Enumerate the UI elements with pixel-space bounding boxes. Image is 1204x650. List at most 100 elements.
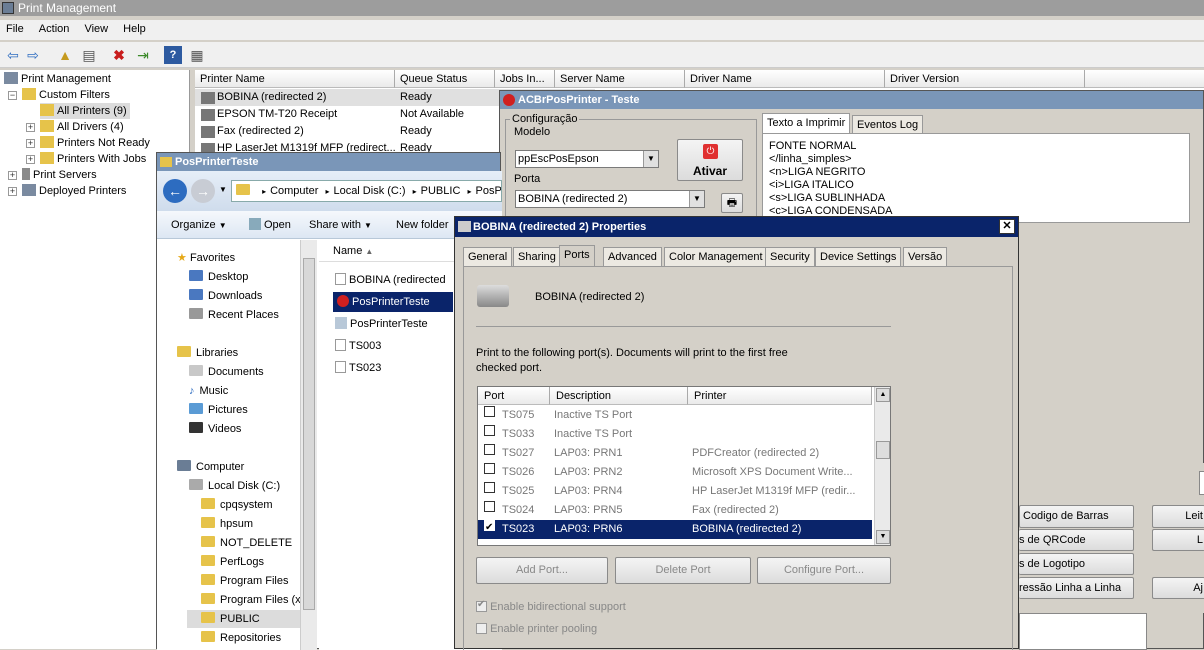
back-arrow-icon[interactable]: ⇦ (4, 46, 22, 64)
tab-texto-imprimir[interactable]: Texto a Imprimir (762, 113, 851, 134)
col-port[interactable]: Port (478, 387, 550, 405)
expand-toggle[interactable]: + (8, 171, 17, 180)
l-button[interactable]: L (1152, 529, 1204, 551)
scroll-up-icon[interactable]: ▲ (876, 388, 890, 402)
edge-button[interactable] (1199, 471, 1204, 495)
port-search-button[interactable]: 🖶 (721, 193, 743, 213)
show-hide-tree-icon[interactable]: ▤ (80, 46, 98, 64)
nav-libraries[interactable]: Libraries (177, 344, 238, 362)
col-server-name[interactable]: Server Name (555, 70, 685, 88)
nav-folder[interactable]: Program Files (201, 572, 288, 590)
nav-desktop[interactable]: Desktop (189, 268, 248, 286)
scroll-down-icon[interactable]: ▼ (876, 530, 890, 544)
tree-print-servers[interactable]: Print Servers (22, 167, 97, 183)
tree-deployed-printers[interactable]: Deployed Printers (22, 183, 126, 199)
col-printer[interactable]: Printer (688, 387, 872, 405)
menu-file[interactable]: File (0, 20, 30, 38)
tree-print-management[interactable]: Print Management (4, 71, 111, 87)
tree-printers-not-ready[interactable]: Printers Not Ready (40, 135, 150, 151)
nav-folder[interactable]: hpsum (201, 515, 253, 533)
tab-color-management[interactable]: Color Management (664, 247, 768, 266)
add-port-button[interactable]: Add Port... (476, 557, 608, 584)
nav-folder[interactable]: Program Files (x8 (201, 591, 307, 609)
col-printer-name[interactable]: Printer Name (195, 70, 395, 88)
nav-documents[interactable]: Documents (189, 363, 264, 381)
nav-music[interactable]: ♪ Music (189, 382, 228, 400)
menu-view[interactable]: View (78, 20, 114, 38)
back-arrow-icon[interactable]: ← (163, 179, 187, 203)
col-queue-status[interactable]: Queue Status (395, 70, 495, 88)
port-row[interactable]: TS075 Inactive TS Port (478, 406, 872, 425)
configure-port-button[interactable]: Configure Port... (757, 557, 891, 584)
tab-eventos-log[interactable]: Eventos Log (852, 115, 924, 134)
list-item[interactable]: TS023 (335, 358, 381, 378)
expand-toggle[interactable]: + (26, 155, 35, 164)
nav-downloads[interactable]: Downloads (189, 287, 262, 305)
new-folder-button[interactable]: New folder (396, 211, 449, 239)
nav-scrollbar-thumb[interactable] (303, 258, 315, 610)
linha-a-linha-button[interactable]: ressão Linha a Linha (1019, 577, 1134, 599)
modelo-select[interactable]: ppEscPosEpson ▼ (515, 150, 659, 168)
tab-security[interactable]: Security (765, 247, 815, 266)
nav-pictures[interactable]: Pictures (189, 401, 248, 419)
menu-help[interactable]: Help (117, 20, 152, 38)
nav-folder[interactable]: cpqsystem (201, 496, 273, 514)
forward-arrow-icon[interactable]: → (191, 179, 215, 203)
up-folder-icon[interactable]: ▲ (56, 46, 74, 64)
help-icon[interactable]: ? (164, 46, 182, 64)
nav-scrollbar[interactable] (300, 240, 317, 650)
tab-advanced[interactable]: Advanced (603, 247, 662, 266)
forward-arrow-icon[interactable]: ⇨ (24, 46, 42, 64)
col-driver-name[interactable]: Driver Name (685, 70, 885, 88)
pooling-checkbox[interactable]: Enable printer pooling (476, 623, 597, 635)
expand-toggle[interactable]: + (8, 187, 17, 196)
tab-sharing[interactable]: Sharing (513, 247, 561, 266)
properties-icon[interactable]: ▦ (188, 46, 206, 64)
porta-select[interactable]: BOBINA (redirected 2) ▼ (515, 190, 705, 208)
expand-toggle[interactable]: + (26, 123, 35, 132)
organize-button[interactable]: Organize ▼ (171, 211, 227, 240)
port-row[interactable]: TS027 LAP03: PRN1 PDFCreator (redirected 2… (478, 444, 872, 463)
col-jobs-in[interactable]: Jobs In... (495, 70, 555, 88)
list-item-selected[interactable]: PosPrinterTeste (333, 292, 453, 312)
expand-toggle[interactable]: + (26, 139, 35, 148)
delete-icon[interactable]: ✖ (110, 46, 128, 64)
tab-device-settings[interactable]: Device Settings (815, 247, 902, 266)
port-row[interactable]: TS026 LAP03: PRN2 Microsoft XPS Document W… (478, 463, 872, 482)
port-row[interactable]: TS023 LAP03: PRN6 BOBINA (redirected 2) (478, 518, 872, 539)
share-with-button[interactable]: Share with ▼ (309, 211, 372, 240)
list-item[interactable]: TS003 (335, 336, 381, 356)
port-row[interactable]: TS024 LAP03: PRN5 Fax (redirected 2) (478, 501, 872, 520)
port-row[interactable]: TS025 LAP03: PRN4 HP LaserJet M1319f MFP (… (478, 482, 872, 501)
tree-all-drivers[interactable]: All Drivers (4) (40, 119, 124, 135)
breadcrumb[interactable]: ▸ Computer ▸ Local Disk (C:) ▸ PUBLIC ▸ PosP… (231, 180, 502, 202)
nav-folder-public[interactable]: PUBLIC (187, 610, 301, 628)
open-button[interactable]: Open (249, 211, 291, 239)
close-icon[interactable]: ✕ (999, 219, 1015, 234)
qrcode-button[interactable]: s de QRCode (1019, 529, 1134, 551)
logotipo-button[interactable]: s de Logotipo (1019, 553, 1134, 575)
chevron-down-icon[interactable]: ▼ (219, 185, 227, 194)
codigo-barras-button[interactable]: Codigo de Barras (1019, 505, 1134, 528)
ports-scrollbar[interactable]: ▲ ▼ (874, 387, 890, 545)
nav-videos[interactable]: Videos (189, 420, 241, 438)
tab-versao[interactable]: Versão (903, 247, 948, 266)
nav-favorites[interactable]: ★ Favorites (177, 249, 235, 267)
collapse-toggle[interactable]: − (8, 91, 17, 100)
nav-recent-places[interactable]: Recent Places (189, 306, 279, 324)
list-item[interactable]: BOBINA (redirected (335, 270, 446, 290)
tree-all-printers[interactable]: All Printers (9) (40, 103, 130, 119)
tree-printers-with-jobs[interactable]: Printers With Jobs (40, 151, 146, 167)
nav-folder[interactable]: PerfLogs (201, 553, 264, 571)
nav-computer[interactable]: Computer (177, 458, 244, 476)
export-icon[interactable]: ⇥ (134, 46, 152, 64)
col-description[interactable]: Description (550, 387, 688, 405)
menu-action[interactable]: Action (33, 20, 76, 38)
tree-custom-filters[interactable]: Custom Filters (22, 87, 110, 103)
nav-folder[interactable]: NOT_DELETE (201, 534, 292, 552)
leitura-button[interactable]: Leit (1152, 505, 1204, 528)
list-item[interactable]: PosPrinterTeste (335, 314, 428, 334)
nav-folder[interactable]: Repositories (201, 629, 281, 647)
scrollbar-thumb[interactable] (876, 441, 890, 459)
nav-local-disk[interactable]: Local Disk (C:) (189, 477, 280, 495)
